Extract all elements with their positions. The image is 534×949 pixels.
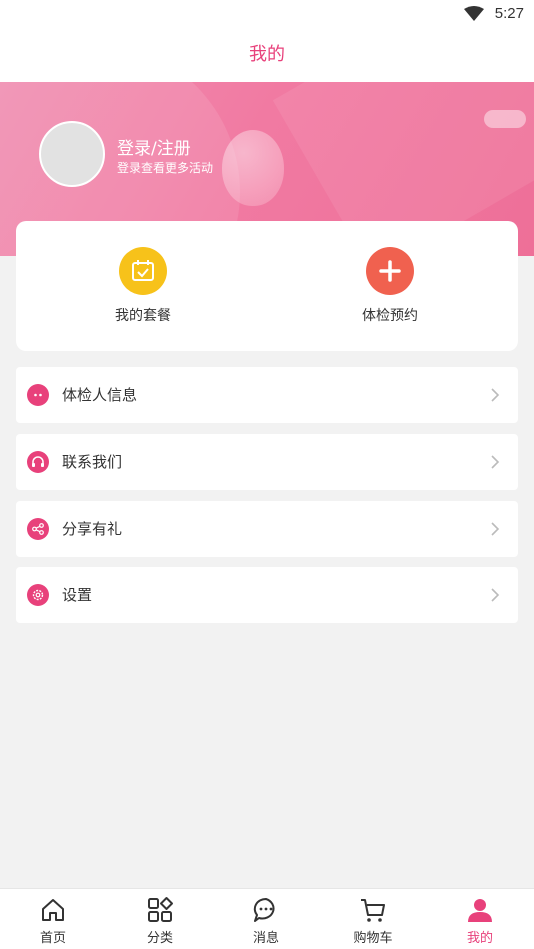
share-icon bbox=[27, 518, 49, 540]
menu-item-label: 设置 bbox=[62, 586, 93, 604]
tab-label: 分类 bbox=[146, 931, 173, 946]
chevron-right-icon bbox=[491, 588, 500, 602]
menu-item-share-gift[interactable]: 分享有礼 bbox=[16, 501, 518, 557]
tab-label: 我的 bbox=[466, 931, 493, 946]
plus-icon bbox=[366, 247, 414, 295]
title-bar: 我的 bbox=[0, 28, 534, 82]
category-icon bbox=[148, 897, 173, 922]
menu-item-label: 联系我们 bbox=[62, 453, 123, 471]
menu-item-contact-us[interactable]: 联系我们 bbox=[16, 434, 518, 490]
tab-category[interactable]: 分类 bbox=[107, 889, 213, 949]
menu-item-label: 分享有礼 bbox=[62, 520, 123, 538]
chevron-right-icon bbox=[491, 388, 500, 402]
balloon-decoration bbox=[222, 130, 284, 206]
tab-messages[interactable]: 消息 bbox=[213, 889, 319, 949]
user-icon bbox=[468, 899, 492, 922]
menu-item-examinee-info[interactable]: 体检人信息 bbox=[16, 367, 518, 423]
my-package-button[interactable]: 我的套餐 bbox=[73, 247, 213, 325]
avatar[interactable] bbox=[39, 121, 105, 187]
status-time: 5:27 bbox=[494, 5, 524, 22]
tab-cart[interactable]: 购物车 bbox=[320, 889, 426, 949]
gear-icon bbox=[27, 584, 49, 606]
menu-item-settings[interactable]: 设置 bbox=[16, 567, 518, 623]
chat-bubble-icon bbox=[27, 384, 49, 406]
cart-icon bbox=[361, 899, 385, 922]
menu-item-label: 体检人信息 bbox=[62, 386, 138, 404]
headset-icon bbox=[27, 451, 49, 473]
tab-label: 购物车 bbox=[353, 931, 393, 946]
home-icon bbox=[42, 899, 64, 921]
message-icon bbox=[253, 897, 275, 922]
chevron-right-icon bbox=[491, 522, 500, 536]
login-subtitle: 登录查看更多活动 bbox=[117, 161, 214, 175]
status-bar: 5:27 bbox=[0, 0, 534, 28]
checkup-booking-button[interactable]: 体检预约 bbox=[320, 247, 460, 325]
bottom-tab-bar: 首页 分类 消息 购物车 我的 bbox=[0, 888, 534, 949]
page-title: 我的 bbox=[249, 44, 285, 65]
tab-label: 首页 bbox=[39, 931, 66, 946]
my-package-label: 我的套餐 bbox=[115, 308, 171, 324]
tab-home[interactable]: 首页 bbox=[0, 889, 106, 949]
login-register-link[interactable]: 登录/注册 bbox=[117, 134, 191, 159]
tab-mine[interactable]: 我的 bbox=[427, 889, 533, 949]
cloud-decoration bbox=[484, 110, 526, 128]
calendar-check-icon bbox=[119, 247, 167, 295]
chevron-right-icon bbox=[491, 455, 500, 469]
quick-actions-card: 我的套餐 体检预约 bbox=[16, 221, 518, 351]
tab-label: 消息 bbox=[252, 931, 279, 946]
wifi-icon bbox=[464, 6, 484, 21]
checkup-booking-label: 体检预约 bbox=[362, 308, 418, 324]
